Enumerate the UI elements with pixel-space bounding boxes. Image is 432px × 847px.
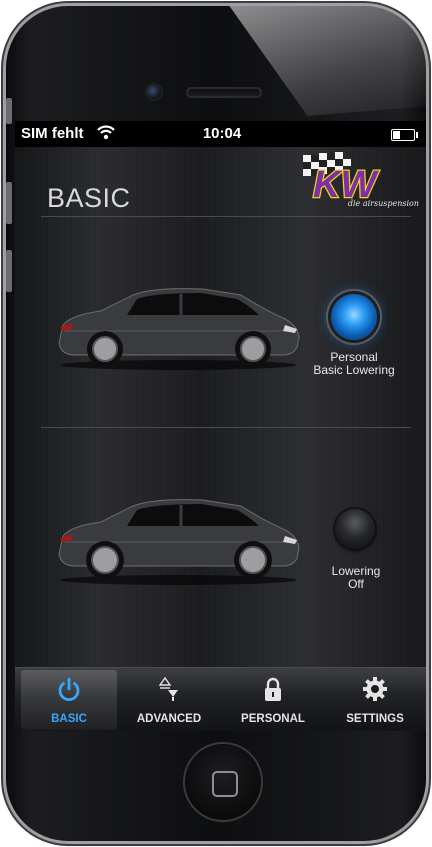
tab-personal[interactable]: PERSONAL	[221, 670, 325, 730]
car-normal-image	[58, 499, 300, 585]
volume-up-button	[6, 182, 12, 224]
home-square-icon	[212, 771, 238, 797]
tab-basic-label: BASIC	[51, 713, 87, 725]
advanced-arrows-icon	[158, 676, 178, 701]
header-divider	[41, 216, 411, 217]
status-bar: SIM fehlt 10:04	[15, 121, 426, 147]
tab-personal-label: PERSONAL	[241, 713, 305, 725]
tab-bar: BASIC ADVANCED PERSONAL SETTINGS	[15, 667, 426, 731]
app-screen: SIM fehlt 10:04 BASIC KW die airsuspensi…	[15, 121, 426, 731]
earpiece-speaker	[186, 87, 262, 98]
front-camera	[147, 85, 161, 99]
personal-basic-lowering-toggle[interactable]	[331, 294, 377, 340]
status-time: 10:04	[202, 125, 242, 142]
logo-tagline: die airsuspension	[347, 199, 419, 208]
tab-settings[interactable]: SETTINGS	[325, 670, 425, 730]
section-divider	[41, 427, 411, 428]
lowering-off-toggle[interactable]	[335, 509, 375, 549]
tab-settings-label: SETTINGS	[346, 713, 404, 725]
page-title: BASIC	[47, 183, 131, 213]
phone-frame: SIM fehlt 10:04 BASIC KW die airsuspensi…	[6, 6, 426, 841]
screen-glare	[229, 6, 426, 116]
car-lowered-image	[58, 288, 300, 370]
lock-icon	[265, 677, 281, 701]
tab-advanced-label: ADVANCED	[136, 713, 202, 725]
volume-down-button	[6, 250, 12, 292]
personal-basic-lowering-label: Personal Basic Lowering	[313, 350, 395, 377]
tab-basic[interactable]: BASIC	[21, 670, 117, 730]
battery-icon	[391, 129, 418, 141]
lowering-off-label: Lowering Off	[331, 564, 381, 591]
gear-icon	[363, 677, 387, 701]
home-button[interactable]	[185, 744, 261, 820]
mute-switch	[6, 98, 12, 124]
power-icon	[58, 677, 80, 702]
tab-advanced[interactable]: ADVANCED	[117, 670, 221, 730]
